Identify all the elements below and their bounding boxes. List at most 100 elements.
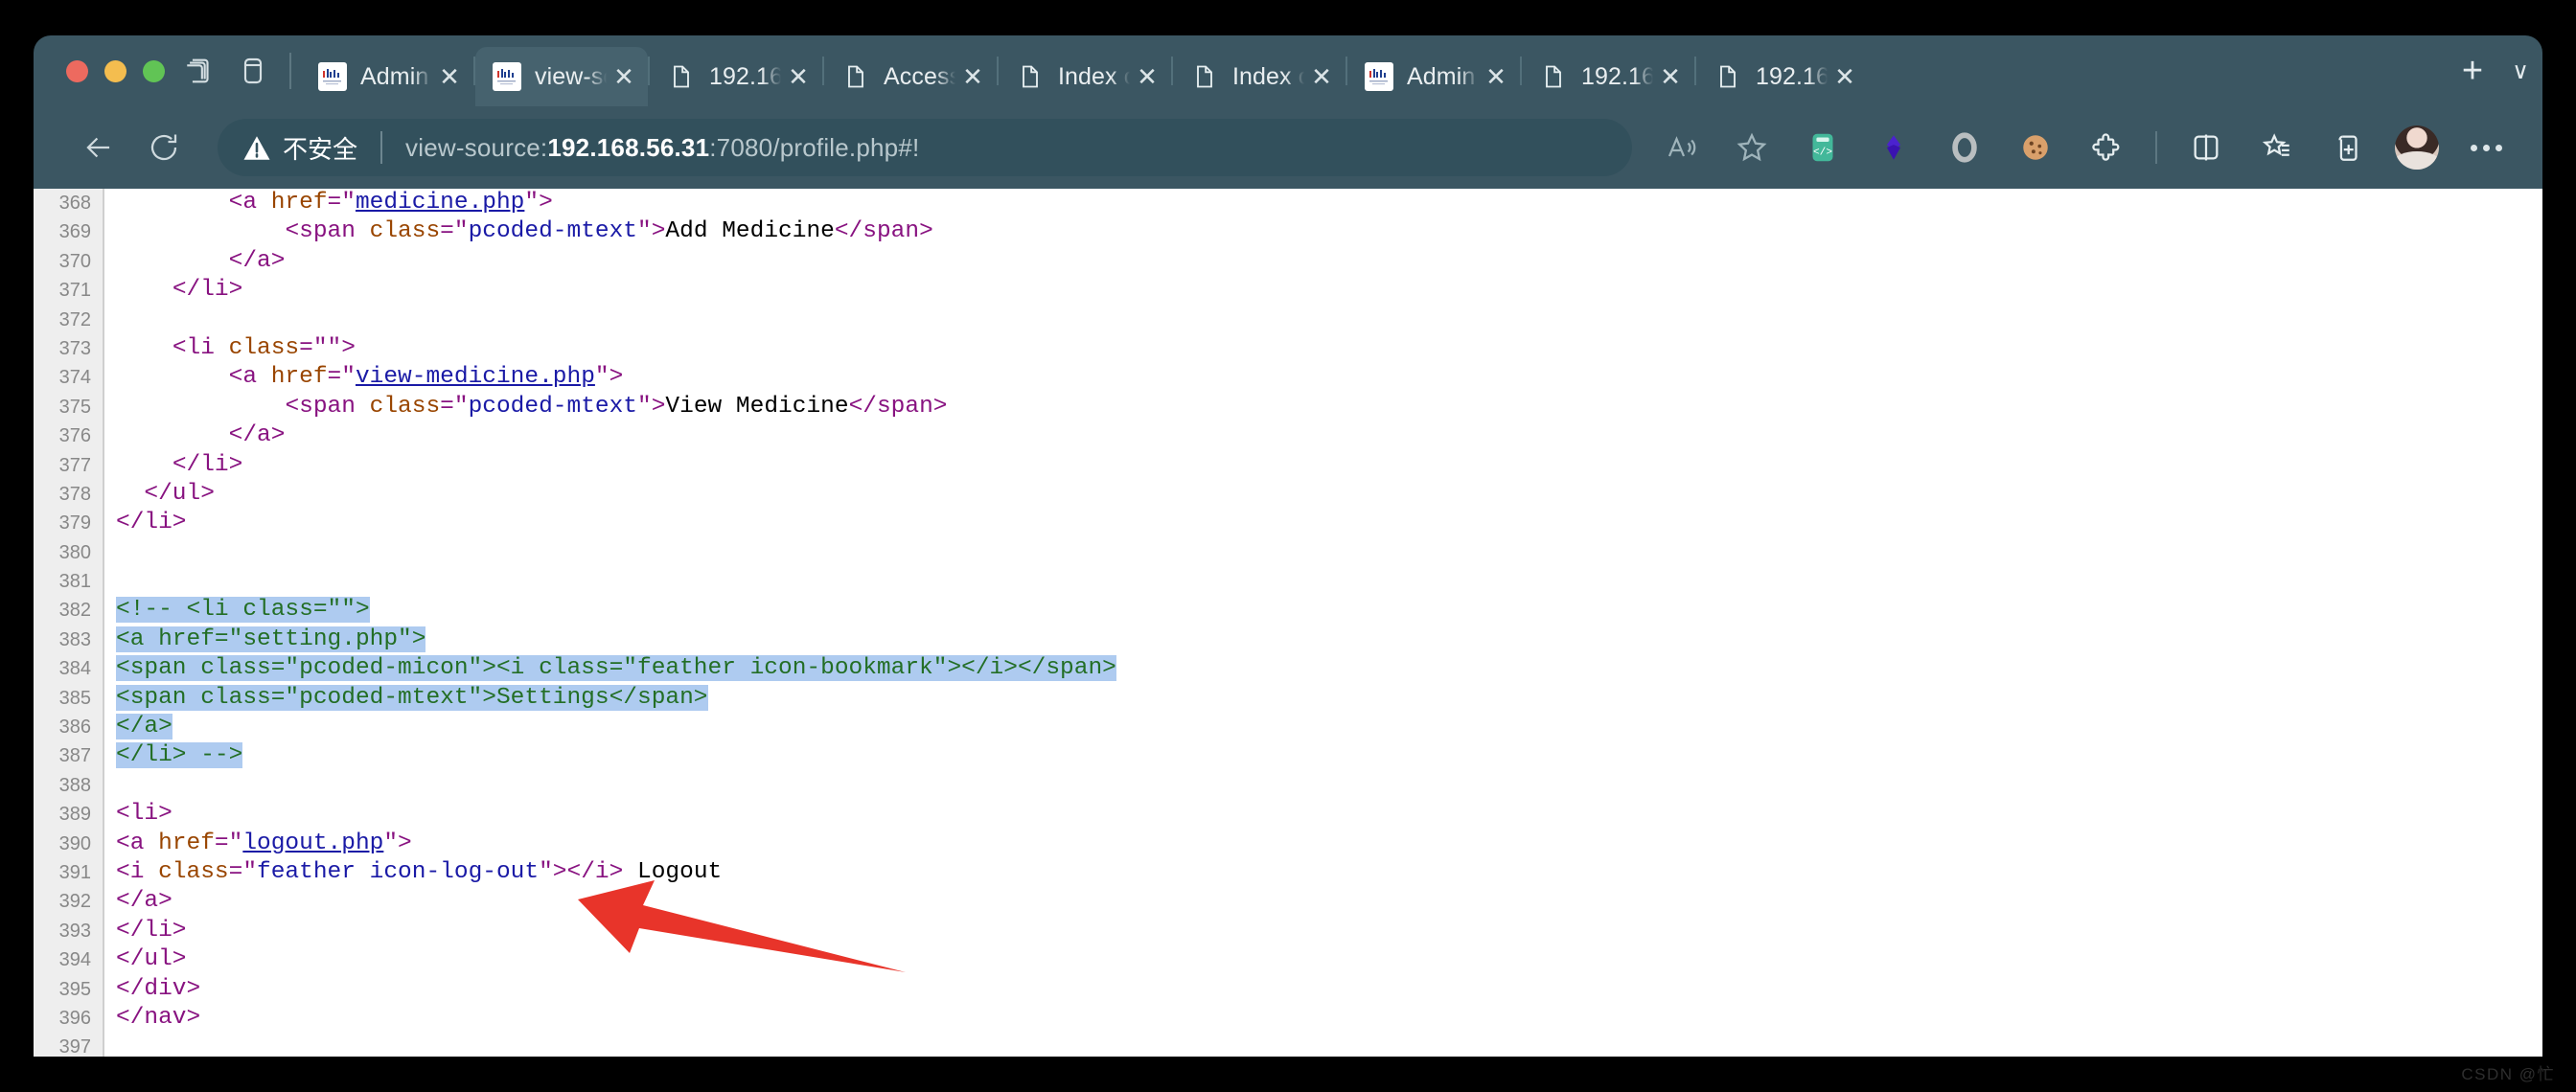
- code-token: ">: [637, 218, 666, 245]
- browser-tab[interactable]: Admin Pa✕: [301, 47, 473, 106]
- code-line[interactable]: 378 </ul>: [34, 480, 2542, 509]
- code-line[interactable]: 384 <span class="pcoded-micon"><i class="…: [34, 654, 2542, 683]
- browser-tab[interactable]: 192.168.✕: [1696, 47, 1869, 106]
- tab-close-icon[interactable]: ✕: [1480, 60, 1512, 93]
- tab-list: Admin Pa✕view-sou✕192.168.✕Access f✕Inde…: [301, 35, 2447, 106]
- collections-add-icon[interactable]: [2321, 121, 2375, 174]
- line-number: 387: [58, 745, 91, 767]
- favorite-star-icon[interactable]: [1725, 121, 1779, 174]
- browser-tab[interactable]: 192.168.✕: [650, 47, 822, 106]
- close-window-button[interactable]: [66, 59, 88, 82]
- code-line[interactable]: 381: [34, 567, 2542, 596]
- code-line[interactable]: 375 <span class="pcoded-mtext">View Medi…: [34, 393, 2542, 421]
- code-line[interactable]: 379 </li>: [34, 509, 2542, 537]
- tab-close-icon[interactable]: ✕: [1131, 60, 1163, 93]
- code-line[interactable]: 377 </li>: [34, 451, 2542, 480]
- browser-tab[interactable]: Access f✕: [824, 47, 997, 106]
- new-tab-button[interactable]: +: [2447, 45, 2498, 97]
- code-line[interactable]: 371 </li>: [34, 276, 2542, 305]
- tab-copilot-icon[interactable]: [228, 46, 278, 96]
- browser-tab[interactable]: Index of✕: [1173, 47, 1346, 106]
- code-line[interactable]: 376 </a>: [34, 421, 2542, 450]
- code-line[interactable]: 382 <!-- <li class="">: [34, 596, 2542, 625]
- code-line[interactable]: 397: [34, 1033, 2542, 1057]
- split-screen-icon[interactable]: [2179, 121, 2233, 174]
- code-token: =": [440, 393, 469, 420]
- code-line[interactable]: 389 <li>: [34, 800, 2542, 829]
- tab-close-icon[interactable]: ✕: [608, 60, 640, 93]
- code-line[interactable]: 386 </a>: [34, 713, 2542, 741]
- tab-strip: Admin Pa✕view-sou✕192.168.✕Access f✕Inde…: [34, 35, 2542, 106]
- maximize-window-button[interactable]: [143, 59, 165, 82]
- line-number: 386: [58, 717, 91, 739]
- code-line[interactable]: 374 <a href="view-medicine.php">: [34, 363, 2542, 392]
- tab-close-icon[interactable]: ✕: [956, 60, 989, 93]
- reload-icon[interactable]: [137, 121, 191, 174]
- collections-icon[interactable]: [174, 46, 224, 96]
- code-line[interactable]: 383 <a href="setting.php">: [34, 626, 2542, 654]
- tab-title: Index of: [1232, 62, 1305, 90]
- toolbar-divider-2: [2155, 131, 2157, 164]
- code-line[interactable]: 368 <a href="medicine.php">: [34, 189, 2542, 217]
- code-line[interactable]: 369 <span class="pcoded-mtext">Add Medic…: [34, 217, 2542, 246]
- hospital-logo-icon: [493, 62, 521, 91]
- tab-close-icon[interactable]: ✕: [1828, 60, 1861, 93]
- tab-title: view-sou: [535, 62, 608, 90]
- code-line[interactable]: 388: [34, 771, 2542, 800]
- code-token: </li>: [172, 277, 243, 304]
- code-line-text: <li>: [103, 800, 172, 829]
- code-line[interactable]: 394 </ul>: [34, 945, 2542, 974]
- browser-tab[interactable]: view-sou✕: [475, 47, 648, 106]
- security-status[interactable]: 不安全: [242, 130, 357, 166]
- code-line[interactable]: 391 <i class="feather icon-log-out"></i> …: [34, 858, 2542, 887]
- address-bar[interactable]: 不安全 view-source:192.168.56.31:7080/profi…: [218, 119, 1632, 176]
- settings-more-icon[interactable]: [2459, 121, 2513, 174]
- code-line[interactable]: 392 </a>: [34, 887, 2542, 916]
- code-line-text: </nav>: [103, 1004, 200, 1033]
- code-line[interactable]: 370 </a>: [34, 247, 2542, 276]
- profile-avatar[interactable]: [2395, 125, 2439, 170]
- code-token: <span: [285, 218, 370, 245]
- browser-tab[interactable]: 192.168.✕: [1522, 47, 1694, 106]
- favorites-list-icon[interactable]: [2250, 121, 2304, 174]
- cookie-extension-icon[interactable]: [2009, 121, 2062, 174]
- source-code[interactable]: 368 <a href="medicine.php"> 369 <span cla…: [34, 189, 2542, 1057]
- code-token: =": [327, 364, 356, 391]
- code-line-text: <li class="">: [103, 334, 356, 363]
- code-line[interactable]: 387 </li> -->: [34, 741, 2542, 770]
- tab-close-icon[interactable]: ✕: [1654, 60, 1687, 93]
- browser-tab[interactable]: Index of✕: [999, 47, 1171, 106]
- back-arrow-icon[interactable]: [72, 121, 126, 174]
- tab-close-icon[interactable]: ✕: [1305, 60, 1338, 93]
- page-icon: [667, 62, 696, 91]
- code-token: "></i>: [539, 858, 624, 885]
- line-number: 388: [58, 774, 91, 796]
- code-line[interactable]: 380: [34, 538, 2542, 567]
- puzzle-extension-icon[interactable]: [2080, 121, 2133, 174]
- tab-actions-menu-button[interactable]: ∨: [2498, 45, 2542, 97]
- code-token: </a>: [228, 247, 286, 274]
- code-line-text: <span class="pcoded-micon"><i class="fea…: [103, 654, 1116, 683]
- read-aloud-icon[interactable]: [1654, 121, 1708, 174]
- code-line[interactable]: 393 </li>: [34, 917, 2542, 945]
- line-number: 372: [58, 308, 91, 330]
- tab-close-icon[interactable]: ✕: [782, 60, 815, 93]
- minimize-window-button[interactable]: [104, 59, 126, 82]
- diamond-extension-icon[interactable]: [1867, 121, 1920, 174]
- line-number: 381: [58, 571, 91, 593]
- code-line[interactable]: 373 <li class="">: [34, 334, 2542, 363]
- code-line[interactable]: 396 </nav>: [34, 1004, 2542, 1033]
- circle-extension-icon[interactable]: [1938, 121, 1991, 174]
- code-line[interactable]: 372: [34, 306, 2542, 334]
- code-line[interactable]: 395 </div>: [34, 975, 2542, 1004]
- browser-tab[interactable]: Admin Pa✕: [1347, 47, 1520, 106]
- code-line[interactable]: 385 <span class="pcoded-mtext">Settings</…: [34, 684, 2542, 713]
- tab-close-icon[interactable]: ✕: [433, 60, 466, 93]
- code-line[interactable]: 390 <a href="logout.php">: [34, 830, 2542, 858]
- view-source-content[interactable]: 368 <a href="medicine.php"> 369 <span cla…: [34, 189, 2542, 1057]
- developer-tools-icon[interactable]: </>: [1796, 121, 1850, 174]
